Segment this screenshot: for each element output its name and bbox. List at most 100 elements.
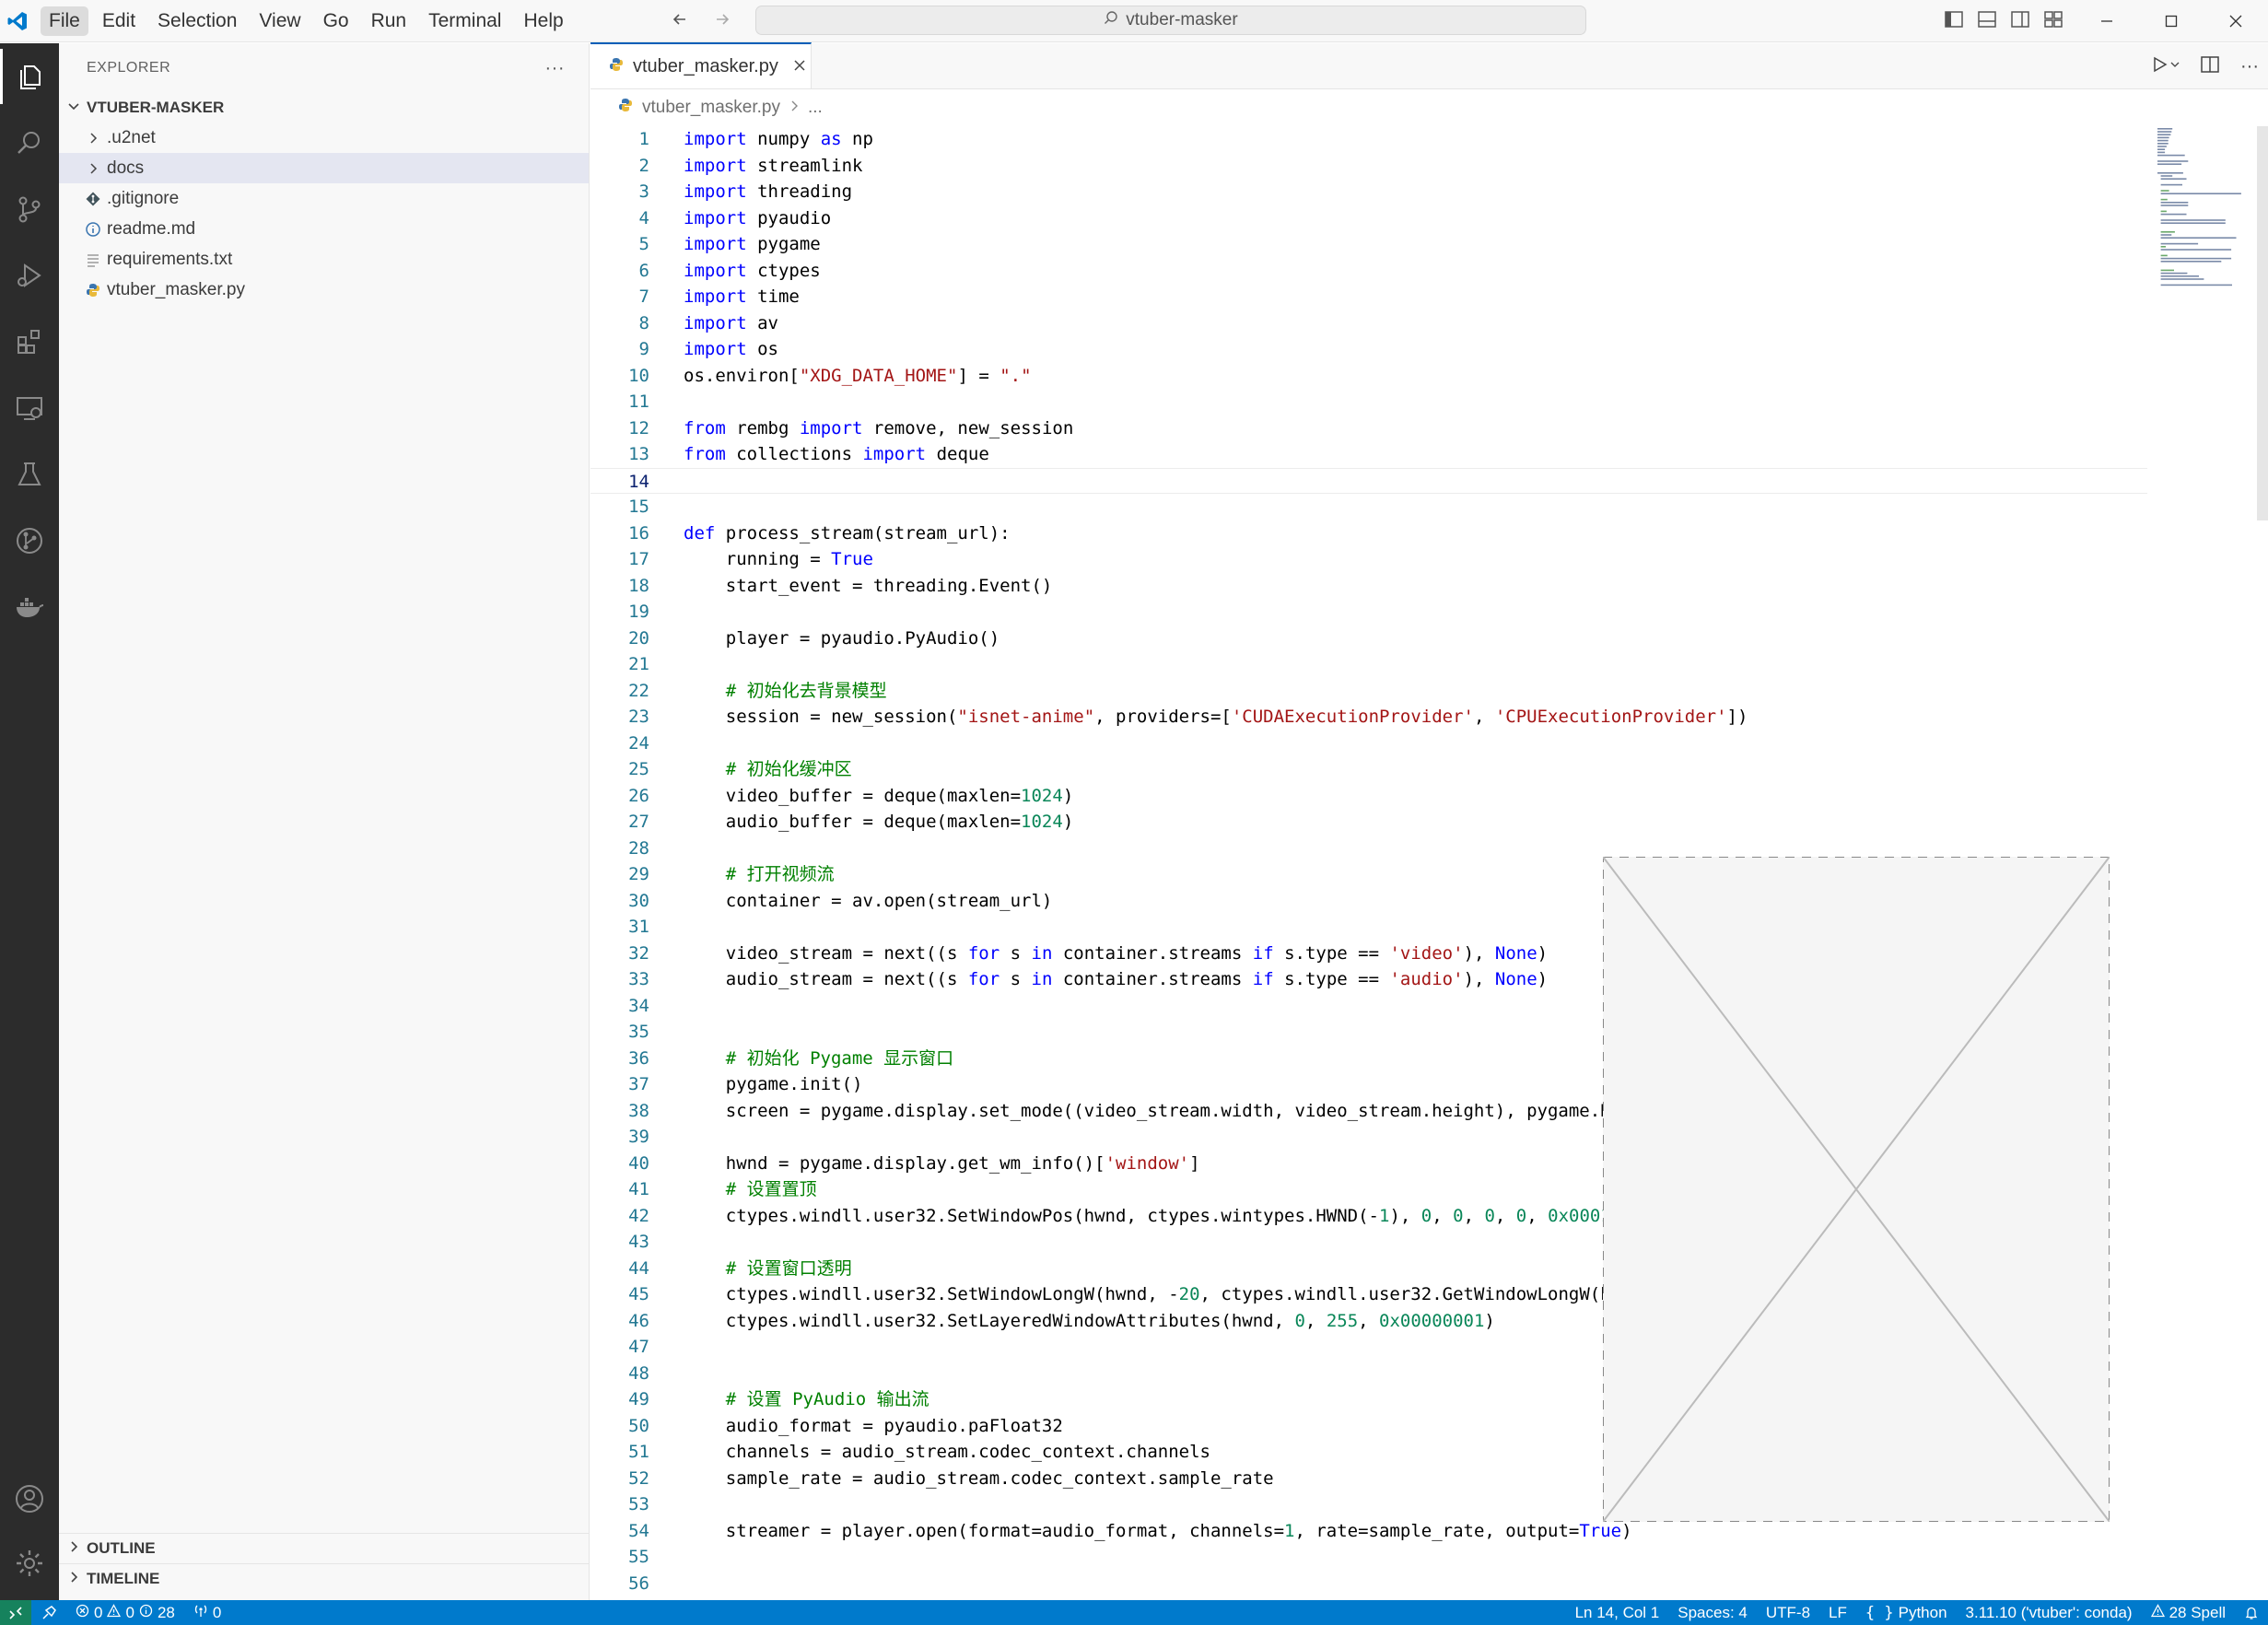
search-view-icon[interactable] (0, 115, 59, 170)
tree-item-vtuber-masker-py[interactable]: vtuber_masker.py (59, 275, 589, 305)
code-line[interactable]: 8 import av (590, 310, 2147, 336)
source-control-icon[interactable] (0, 181, 59, 237)
manage-gear-icon[interactable] (0, 1536, 59, 1591)
git-graph-icon[interactable] (0, 513, 59, 568)
code-line[interactable]: 3 import threading (590, 179, 2147, 205)
code-line[interactable]: 56 (590, 1571, 2147, 1596)
code-line[interactable]: 27 audio_buffer = deque(maxlen=1024) (590, 809, 2147, 835)
ports-indicator[interactable]: 0 (184, 1600, 230, 1625)
menu-edit[interactable]: Edit (94, 6, 144, 36)
file-tree: .u2net docs .gitignore readme.md requirement… (59, 123, 589, 305)
code-text: ctypes.windll.user32.SetLayeredWindowAtt… (684, 1310, 1495, 1331)
code-line[interactable]: 12 from rembg import remove, new_session (590, 415, 2147, 441)
code-line[interactable]: 10 os.environ["XDG_DATA_HOME"] = "." (590, 363, 2147, 389)
language-mode[interactable]: { } Python (1856, 1600, 1957, 1625)
code-text: screen = pygame.display.set_mode((video_… (684, 1100, 1685, 1121)
toggle-primary-sidebar-icon[interactable] (1944, 9, 1964, 34)
run-python-file-icon[interactable] (2152, 55, 2180, 78)
tree-item-readme-md[interactable]: readme.md (59, 214, 589, 244)
code-line[interactable]: 2 import streamlink (590, 153, 2147, 179)
explorer-icon[interactable] (0, 49, 59, 104)
code-line[interactable]: 20 player = pyaudio.PyAudio() (590, 625, 2147, 651)
code-line[interactable]: 4 import pyaudio (590, 205, 2147, 231)
remote-explorer-icon[interactable] (0, 380, 59, 436)
layout-controls (1944, 0, 2063, 42)
code-line[interactable]: 17 running = True (590, 546, 2147, 572)
cursor-position[interactable]: Ln 14, Col 1 (1566, 1600, 1669, 1625)
spell-checker[interactable]: 28 Spell (2142, 1600, 2235, 1625)
end-of-line[interactable]: LF (1819, 1600, 1856, 1625)
code-text: streamer = player.open(format=audio_form… (684, 1520, 1632, 1541)
close-tab-icon[interactable] (793, 56, 806, 77)
problems-indicator[interactable]: 0 0 28 (66, 1600, 184, 1625)
extensions-icon[interactable] (0, 314, 59, 369)
code-line[interactable]: 22 # 初始化去背景模型 (590, 678, 2147, 704)
code-line[interactable]: 7 import time (590, 284, 2147, 310)
code-line[interactable]: 9 import os (590, 336, 2147, 362)
code-line[interactable]: 13 from collections import deque (590, 441, 2147, 467)
notifications-bell-icon[interactable] (2235, 1600, 2268, 1625)
code-line[interactable]: 11 (590, 389, 2147, 415)
menu-run[interactable]: Run (363, 6, 415, 36)
code-line[interactable]: 15 (590, 494, 2147, 520)
toggle-secondary-sidebar-icon[interactable] (2010, 9, 2030, 34)
line-number: 49 (628, 1389, 649, 1409)
line-number: 22 (628, 680, 649, 701)
python-interpreter[interactable]: 3.11.10 ('vtuber': conda) (1957, 1600, 2142, 1625)
remote-indicator-icon[interactable] (0, 1600, 31, 1625)
line-number: 37 (628, 1074, 649, 1094)
timeline-section[interactable]: TIMELINE (59, 1563, 590, 1594)
code-line[interactable]: 25 # 初始化缓冲区 (590, 756, 2147, 782)
menu-file[interactable]: File (41, 6, 88, 36)
code-line[interactable]: 21 (590, 651, 2147, 677)
breadcrumb-symbol[interactable]: ... (808, 98, 823, 118)
code-line[interactable]: 6 import ctypes (590, 258, 2147, 284)
outline-section[interactable]: OUTLINE (59, 1533, 590, 1563)
tree-item-requirements-txt[interactable]: requirements.txt (59, 244, 589, 275)
live-share-icon[interactable] (31, 1600, 66, 1625)
breadcrumb-file[interactable]: vtuber_masker.py (642, 98, 780, 118)
workspace-folder[interactable]: VTUBER-MASKER (59, 93, 589, 123)
code-line[interactable]: 14 (590, 467, 2147, 494)
vertical-scrollbar[interactable] (2257, 126, 2268, 520)
menu-view[interactable]: View (251, 6, 309, 36)
run-and-debug-icon[interactable] (0, 248, 59, 303)
code-line[interactable]: 5 import pygame (590, 231, 2147, 257)
menu-selection[interactable]: Selection (149, 6, 245, 36)
command-center-search[interactable]: vtuber-masker (755, 6, 1586, 35)
testing-flask-icon[interactable] (0, 447, 59, 502)
split-editor-icon[interactable] (2200, 55, 2220, 78)
toggle-panel-icon[interactable] (1977, 9, 1997, 34)
menu-help[interactable]: Help (515, 6, 571, 36)
more-editor-actions-icon[interactable]: ··· (2240, 56, 2259, 77)
forward-arrow-icon[interactable] (713, 10, 731, 33)
code-line[interactable]: 16 def process_stream(stream_url): (590, 520, 2147, 546)
window-controls (2075, 0, 2268, 42)
editor-tab-vtuber-masker[interactable]: vtuber_masker.py (590, 42, 812, 88)
tree-item-gitignore[interactable]: .gitignore (59, 183, 589, 214)
menu-terminal[interactable]: Terminal (420, 6, 509, 36)
maximize-button[interactable] (2139, 0, 2204, 42)
tree-item-docs[interactable]: docs (59, 153, 589, 183)
code-line[interactable]: 55 (590, 1544, 2147, 1570)
tree-item-u2net[interactable]: .u2net (59, 123, 589, 153)
indentation[interactable]: Spaces: 4 (1668, 1600, 1757, 1625)
customize-layout-icon[interactable] (2043, 9, 2063, 34)
code-line[interactable]: 1 import numpy as np (590, 126, 2147, 152)
docker-icon[interactable] (0, 579, 59, 635)
code-line[interactable]: 19 (590, 599, 2147, 625)
more-actions-button[interactable]: ··· (545, 58, 565, 79)
close-window-button[interactable] (2204, 0, 2268, 42)
code-line[interactable]: 24 (590, 731, 2147, 756)
menu-go[interactable]: Go (315, 6, 357, 36)
minimap[interactable] (2154, 126, 2255, 495)
minimize-button[interactable] (2075, 0, 2139, 42)
code-line[interactable]: 26 video_buffer = deque(maxlen=1024) (590, 783, 2147, 809)
code-line[interactable]: 23 session = new_session("isnet-anime", … (590, 704, 2147, 730)
python-file-icon (83, 280, 103, 300)
file-encoding[interactable]: UTF-8 (1757, 1600, 1819, 1625)
code-line[interactable]: 18 start_event = threading.Event() (590, 573, 2147, 599)
accounts-icon[interactable] (0, 1471, 59, 1526)
line-number: 40 (628, 1152, 649, 1174)
back-arrow-icon[interactable] (671, 10, 689, 33)
